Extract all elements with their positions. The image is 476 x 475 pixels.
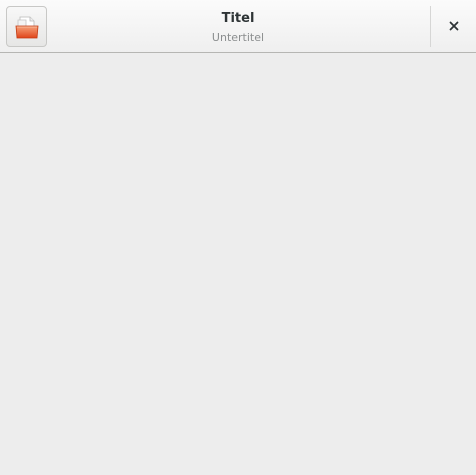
- close-icon: [449, 21, 459, 31]
- folder-open-icon: [13, 13, 41, 41]
- open-folder-button[interactable]: [6, 6, 47, 47]
- window-title: Titel: [221, 11, 255, 26]
- window-subtitle: Untertitel: [211, 31, 265, 44]
- header-bar: Titel Untertitel: [0, 0, 476, 53]
- header-separator: [430, 6, 431, 47]
- window-content-area: [0, 53, 476, 475]
- application-window: Titel Untertitel: [0, 0, 476, 475]
- title-area: Titel Untertitel: [60, 10, 416, 45]
- close-button[interactable]: [438, 10, 470, 42]
